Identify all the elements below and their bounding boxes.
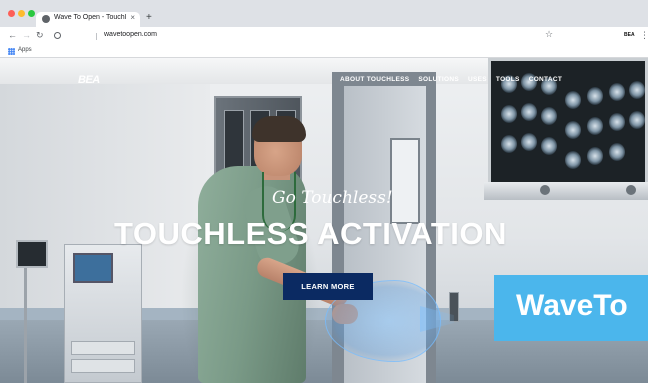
hero-headline: TOUCHLESS ACTIVATION	[114, 216, 507, 251]
globe-icon	[42, 15, 50, 23]
bookmarks-bar: Apps	[0, 45, 648, 58]
xray-film	[629, 111, 645, 129]
xray-film	[501, 105, 517, 123]
forward-arrow-icon[interactable]: →	[22, 30, 31, 41]
nav-about-touchless[interactable]: ABOUT TOUCHLESS	[340, 76, 409, 83]
reload-icon[interactable]: ↻	[36, 30, 44, 41]
window-close-button[interactable]	[8, 10, 15, 17]
door-window	[390, 138, 420, 224]
wall-monitor	[16, 240, 48, 268]
window-minimize-button[interactable]	[18, 10, 25, 17]
xray-film	[609, 83, 625, 101]
xray-film	[501, 135, 517, 153]
xray-film	[521, 133, 537, 151]
tab-title: Wave To Open - Touchless Act	[54, 14, 126, 21]
brand-badge-text: WaveTo	[516, 289, 628, 322]
xray-film	[541, 107, 557, 125]
bookmark-apps[interactable]: Apps	[18, 47, 32, 53]
xray-film	[587, 147, 603, 165]
nav-tools[interactable]: TOOLS	[496, 76, 520, 83]
hero-tagline: Go Touchless!	[272, 188, 393, 208]
person-hair	[252, 116, 306, 142]
back-arrow-icon[interactable]: ←	[8, 30, 17, 41]
xray-film	[565, 121, 581, 139]
learn-more-button[interactable]: LEARN MORE	[283, 273, 373, 300]
apps-icon[interactable]	[8, 48, 15, 55]
browser-tab-active[interactable]: Wave To Open - Touchless Act ×	[36, 12, 140, 27]
xray-film	[629, 81, 645, 99]
menu-icon[interactable]: ⋮	[640, 30, 648, 40]
xray-film	[521, 103, 537, 121]
cart-drawer	[71, 359, 135, 373]
url-separator	[96, 33, 97, 40]
iv-pole	[24, 248, 27, 383]
xray-film	[565, 151, 581, 169]
window-zoom-button[interactable]	[28, 10, 35, 17]
info-icon[interactable]	[54, 32, 61, 39]
xray-film	[541, 137, 557, 155]
address-bar[interactable]: wavetoopen.com	[104, 31, 157, 38]
hero-section: BEA ABOUT TOUCHLESS SOLUTIONS USES TOOLS…	[0, 58, 648, 383]
xray-film	[587, 87, 603, 105]
browser-tab-bar: Wave To Open - Touchless Act × +	[0, 0, 648, 27]
site-logo[interactable]: BEA	[78, 74, 100, 86]
xray-film	[609, 143, 625, 161]
lightbox-rail	[484, 182, 648, 200]
star-icon[interactable]: ☆	[545, 29, 553, 40]
site-nav: ABOUT TOUCHLESS SOLUTIONS USES TOOLS CON…	[340, 76, 562, 83]
cabinet-glass	[224, 110, 244, 170]
lightbox-knob	[626, 185, 636, 195]
xray-film	[587, 117, 603, 135]
nav-solutions[interactable]: SOLUTIONS	[418, 76, 459, 83]
medical-cart-screen	[73, 253, 113, 283]
xray-film	[565, 91, 581, 109]
browser-toolbar: ← → ↻ wavetoopen.com ☆ BEA ⋮	[0, 27, 648, 45]
cart-drawer	[71, 341, 135, 355]
xray-film	[609, 113, 625, 131]
nav-contact[interactable]: CONTACT	[529, 76, 562, 83]
bea-extension-icon[interactable]: BEA	[624, 32, 635, 38]
nav-uses[interactable]: USES	[468, 76, 487, 83]
new-tab-button[interactable]: +	[146, 13, 152, 23]
tab-close-icon[interactable]: ×	[130, 13, 135, 22]
medical-cart	[64, 244, 142, 383]
brand-badge: WaveTo	[494, 275, 648, 341]
lightbox-knob	[540, 185, 550, 195]
